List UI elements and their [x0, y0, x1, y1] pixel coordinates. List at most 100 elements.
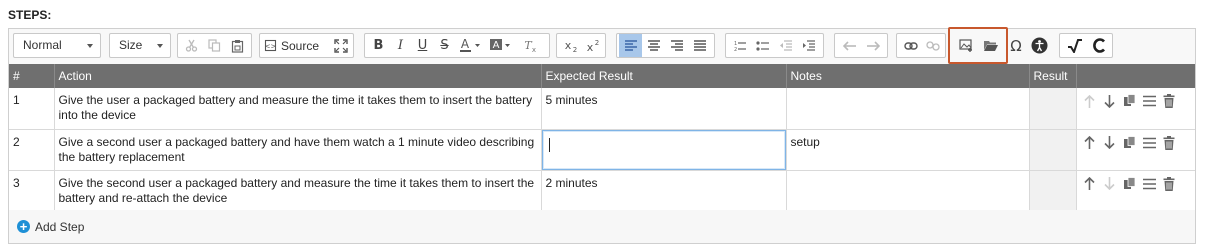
column-header-expected-result: Expected Result — [541, 64, 787, 88]
step-action-cell[interactable]: Give a second user a packaged battery an… — [54, 129, 542, 171]
subscript-icon[interactable]: x2 — [560, 34, 581, 57]
cut-icon[interactable] — [181, 34, 202, 57]
table-row: 2 Give a second user a packaged battery … — [9, 129, 1195, 171]
step-result-cell — [1029, 170, 1077, 212]
steps-editor-panel: Normal Size <> Source B I U S A A T x x … — [8, 27, 1196, 244]
svg-text:2: 2 — [734, 47, 737, 52]
move-up-icon[interactable] — [1081, 176, 1098, 192]
align-center-icon[interactable] — [643, 34, 664, 57]
step-notes-cell[interactable]: setup — [786, 129, 1030, 171]
row-actions — [1076, 129, 1195, 171]
trash-icon[interactable] — [1161, 176, 1178, 192]
step-expected-cell[interactable]: 5 minutes — [541, 88, 787, 130]
source-icon: <> — [265, 39, 277, 52]
duplicate-icon[interactable] — [1121, 93, 1138, 109]
step-action-cell[interactable]: Give the second user a packaged battery … — [54, 170, 542, 212]
insert-row-icon[interactable] — [1141, 176, 1158, 192]
chemistry-icon[interactable] — [1088, 34, 1109, 57]
trash-icon[interactable] — [1161, 93, 1178, 109]
text-caret — [548, 137, 550, 152]
steps-table: # Action Expected Result Notes Result 1 … — [9, 64, 1195, 212]
step-notes-cell[interactable] — [786, 170, 1030, 212]
size-dropdown-value: Size — [119, 38, 143, 52]
format-dropdown-value: Normal — [23, 38, 62, 52]
accessibility-icon[interactable] — [1028, 34, 1050, 57]
step-number: 3 — [9, 170, 55, 212]
column-header-action: Action — [54, 64, 542, 88]
background-color-icon[interactable]: A — [487, 34, 515, 57]
maximize-icon[interactable] — [330, 34, 351, 57]
move-down-icon[interactable] — [1101, 176, 1118, 192]
svg-text:2: 2 — [594, 39, 598, 47]
row-actions — [1076, 88, 1195, 130]
square-root-icon[interactable] — [1064, 34, 1085, 57]
step-expected-cell[interactable]: 2 minutes — [541, 170, 787, 212]
column-header-number: # — [9, 64, 55, 88]
math-group — [1059, 33, 1113, 58]
omega-icon[interactable]: Ω — [1006, 34, 1026, 57]
unlink-icon[interactable] — [922, 34, 943, 57]
script-group: x2 x2 — [556, 33, 606, 58]
redo-icon[interactable] — [862, 34, 883, 57]
move-down-icon[interactable] — [1101, 135, 1118, 151]
list-group: 12 — [725, 33, 824, 58]
add-step-button[interactable]: Add Step — [35, 220, 84, 234]
svg-text:2: 2 — [572, 46, 576, 53]
copy-icon[interactable] — [204, 34, 225, 57]
step-expected-cell[interactable] — [541, 129, 787, 171]
expected-result-editor[interactable] — [541, 129, 786, 170]
undo-icon[interactable] — [839, 34, 860, 57]
table-header-row: # Action Expected Result Notes Result — [9, 64, 1195, 88]
duplicate-icon[interactable] — [1121, 176, 1138, 192]
move-up-icon[interactable] — [1081, 93, 1098, 109]
decrease-indent-icon[interactable] — [775, 34, 796, 57]
align-left-icon[interactable] — [619, 34, 642, 57]
bold-icon[interactable]: B — [368, 34, 389, 57]
align-justify-icon[interactable] — [689, 34, 710, 57]
link-icon[interactable] — [900, 34, 921, 57]
strikethrough-icon[interactable]: S — [434, 34, 455, 57]
svg-text:A: A — [461, 38, 470, 51]
source-button[interactable]: <> Source — [264, 34, 328, 57]
step-notes-cell[interactable] — [786, 88, 1030, 130]
source-button-label: Source — [281, 38, 320, 53]
svg-text:x: x — [564, 39, 571, 52]
bulleted-list-icon[interactable] — [752, 34, 773, 57]
superscript-icon[interactable]: x2 — [582, 34, 603, 57]
underline-icon[interactable]: U — [412, 34, 433, 57]
chevron-down-icon — [157, 44, 163, 48]
paste-icon[interactable] — [227, 34, 248, 57]
duplicate-icon[interactable] — [1121, 135, 1138, 151]
column-header-notes: Notes — [786, 64, 1030, 88]
history-group — [834, 33, 888, 58]
step-action-cell[interactable]: Give the user a packaged battery and mea… — [54, 88, 542, 130]
move-down-icon[interactable] — [1101, 93, 1118, 109]
format-dropdown[interactable]: Normal — [13, 33, 101, 58]
insert-row-icon[interactable] — [1141, 135, 1158, 151]
size-dropdown[interactable]: Size — [109, 33, 171, 58]
text-style-group: B I U S A A Tx — [364, 33, 550, 58]
link-group — [896, 33, 946, 58]
table-row: 1 Give the user a packaged battery and m… — [9, 88, 1195, 130]
svg-text:x: x — [586, 41, 593, 53]
numbered-list-icon[interactable]: 12 — [729, 34, 750, 57]
add-circle-icon[interactable]: + — [17, 220, 30, 233]
align-right-icon[interactable] — [666, 34, 687, 57]
row-actions — [1076, 170, 1195, 212]
clipboard-group — [177, 33, 252, 58]
svg-text:<>: <> — [265, 43, 277, 51]
move-up-icon[interactable] — [1081, 135, 1098, 151]
italic-icon[interactable]: I — [390, 34, 411, 57]
insert-row-icon[interactable] — [1141, 93, 1158, 109]
column-header-actions — [1076, 64, 1195, 88]
rich-text-toolbar: Normal Size <> Source B I U S A A T x x … — [9, 27, 1195, 65]
table-row: 3 Give the second user a packaged batter… — [9, 170, 1195, 212]
text-color-icon[interactable]: A — [457, 34, 485, 57]
steps-section-label: STEPS: — [8, 8, 52, 22]
step-result-cell — [1029, 88, 1077, 130]
increase-indent-icon[interactable] — [798, 34, 819, 57]
chevron-down-icon — [87, 44, 93, 48]
trash-icon[interactable] — [1161, 135, 1178, 151]
remove-format-icon[interactable]: Tx — [519, 34, 540, 57]
alignment-group — [616, 33, 715, 58]
